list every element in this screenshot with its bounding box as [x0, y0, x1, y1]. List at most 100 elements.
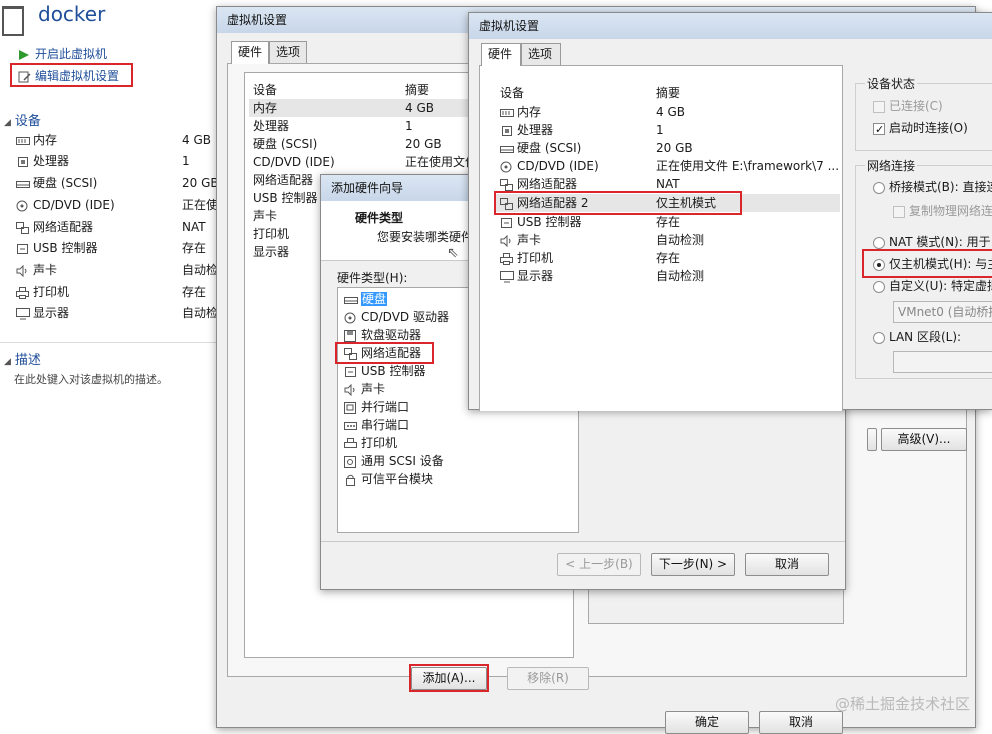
- device-status-label: 设备状态: [865, 75, 918, 92]
- power-on-vm-link[interactable]: 开启此虚拟机: [18, 45, 107, 62]
- device-row-network-adapter[interactable]: 网络适配器 NAT: [16, 217, 216, 238]
- highlight-box: [862, 249, 992, 278]
- sound-card-icon: [500, 234, 514, 247]
- sound-card-icon: [344, 383, 358, 396]
- device-summary: 自动检测: [656, 233, 705, 247]
- network-adapter-icon: [500, 178, 514, 191]
- mouse-cursor-icon: ⇖: [447, 245, 459, 261]
- device-row-memory[interactable]: 内存: [500, 103, 541, 121]
- usb-icon: [500, 217, 514, 229]
- cd-dvd-icon: [500, 161, 514, 173]
- hardware-type-item-tpm[interactable]: 可信平台模块: [344, 470, 433, 488]
- printer-icon: [16, 286, 30, 299]
- tab-options[interactable]: 选项: [269, 41, 307, 63]
- custom-radio[interactable]: 自定义(U): 特定虚拟: [873, 277, 992, 295]
- hardware-type-item-parallel-port[interactable]: 并行端口: [344, 398, 409, 416]
- checkbox-box: [873, 121, 885, 139]
- lan-segment-select[interactable]: [893, 351, 992, 373]
- hard-disk-icon: [344, 294, 358, 306]
- hardware-type-label: 硬件类型(H):: [337, 271, 408, 285]
- printer-icon: [344, 437, 358, 450]
- device-row-usb[interactable]: USB 控制器: [500, 213, 581, 231]
- divider: [321, 541, 845, 542]
- vm-icon: [2, 6, 24, 36]
- device-row-memory[interactable]: 内存 4 GB: [16, 130, 216, 151]
- device-row-hard-disk[interactable]: 硬盘 (SCSI): [500, 139, 581, 157]
- device-row-usb[interactable]: USB 控制器 存在: [16, 238, 216, 259]
- devices-section-header[interactable]: ◢ 设备: [4, 110, 41, 129]
- wizard-cancel-button[interactable]: 取消: [745, 553, 829, 576]
- partial-button[interactable]: [867, 428, 877, 451]
- connect-at-power-on-checkbox[interactable]: 启动时连接(O): [873, 119, 968, 139]
- floppy-icon: [344, 329, 358, 342]
- back-button[interactable]: < 上一步(B): [557, 553, 641, 576]
- device-summary: 1: [656, 123, 664, 137]
- serial-port-icon: [344, 420, 358, 432]
- tab-options[interactable]: 选项: [521, 43, 561, 65]
- device-summary: 4 GB: [656, 105, 685, 119]
- device-row-display[interactable]: 显示器: [500, 267, 553, 285]
- device-row-sound-card[interactable]: 声卡 自动检: [16, 260, 216, 281]
- bridged-radio[interactable]: 桥接模式(B): 直接连: [873, 178, 992, 196]
- usb-icon: [16, 243, 30, 255]
- device-summary: 存在: [656, 215, 681, 229]
- wizard-subheading: 您要安装哪类硬件: [377, 230, 474, 244]
- tab-hardware[interactable]: 硬件: [231, 41, 269, 64]
- ok-button[interactable]: 确定: [665, 711, 749, 734]
- sound-card-icon: [16, 264, 30, 277]
- hardware-type-item-sound-card[interactable]: 声卡: [344, 380, 385, 398]
- checkbox-box: [893, 205, 905, 218]
- col-summary: 摘要: [656, 86, 681, 100]
- hardware-type-item-serial-port[interactable]: 串行端口: [344, 416, 409, 434]
- description-placeholder[interactable]: 在此处键入对该虚拟机的描述。: [14, 371, 168, 387]
- highlight-box: [335, 342, 434, 364]
- device-row-printer[interactable]: 打印机: [500, 249, 553, 267]
- connected-checkbox[interactable]: 已连接(C): [873, 97, 943, 115]
- description-section-header[interactable]: ◢ 描述: [4, 349, 41, 368]
- display-icon: [500, 270, 514, 283]
- processor-icon: [500, 125, 514, 137]
- front-device-list[interactable]: 设备 摘要 内存 4 GB 处理器 1 硬盘 (SCSI) 20 GB CD/D…: [479, 65, 843, 411]
- vm-settings-dialog-front: 虚拟机设置 硬件 选项 设备 摘要 内存 4 GB 处理器 1 硬盘 (SCSI…: [468, 12, 992, 411]
- cd-dvd-icon: [344, 312, 358, 324]
- printer-icon: [500, 252, 514, 265]
- remove-hardware-button[interactable]: 移除(R): [507, 667, 589, 690]
- device-row-display[interactable]: 显示器 自动检: [16, 303, 216, 324]
- replicate-physical-checkbox[interactable]: 复制物理网络连: [893, 202, 992, 220]
- cd-dvd-icon: [16, 200, 30, 212]
- device-row-printer[interactable]: 打印机 存在: [16, 282, 216, 303]
- hard-disk-icon: [500, 143, 514, 155]
- hardware-type-item-scsi[interactable]: 通用 SCSI 设备: [344, 452, 444, 470]
- lan-segment-radio[interactable]: LAN 区段(L):: [873, 328, 961, 346]
- radio-circle: [873, 331, 885, 344]
- device-row-hard-disk[interactable]: 硬盘 (SCSI) 20 GB: [16, 173, 216, 194]
- collapse-triangle-icon: ◢: [4, 357, 11, 367]
- wizard-heading: 硬件类型: [355, 211, 404, 225]
- device-row-cd-dvd[interactable]: CD/DVD (IDE) 正在使: [16, 195, 216, 216]
- play-icon: [18, 49, 32, 61]
- device-row-processor[interactable]: 处理器: [500, 121, 553, 139]
- device-summary: 正在使用文件 E:\framework\7 ...: [656, 159, 840, 173]
- hardware-type-item-printer[interactable]: 打印机: [344, 434, 397, 452]
- hardware-type-item-hard-disk[interactable]: 硬盘: [344, 290, 388, 308]
- advanced-button[interactable]: 高级(V)...: [881, 428, 967, 451]
- radio-circle: [873, 236, 885, 249]
- col-device: 设备: [253, 83, 278, 97]
- device-row-cd-dvd[interactable]: CD/DVD (IDE): [500, 157, 599, 175]
- checkbox-box: [873, 100, 885, 113]
- highlight-box: [10, 63, 133, 87]
- usb-icon: [344, 366, 358, 378]
- cancel-button[interactable]: 取消: [759, 711, 843, 734]
- network-adapter-icon: [16, 221, 30, 234]
- hardware-type-item-usb[interactable]: USB 控制器: [344, 362, 425, 380]
- device-row-sound-card[interactable]: 声卡: [500, 231, 541, 249]
- device-row-processor[interactable]: 处理器 1: [16, 151, 216, 172]
- tab-hardware[interactable]: 硬件: [481, 43, 521, 66]
- col-summary: 摘要: [405, 83, 430, 97]
- col-device: 设备: [500, 86, 525, 100]
- hardware-type-item-cd-dvd[interactable]: CD/DVD 驱动器: [344, 308, 449, 326]
- custom-network-select[interactable]: VMnet0 (自动桥接: [893, 301, 992, 323]
- next-button[interactable]: 下一步(N) >: [651, 553, 735, 576]
- radio-circle: [873, 280, 885, 293]
- watermark: @稀土掘金技术社区: [834, 695, 970, 713]
